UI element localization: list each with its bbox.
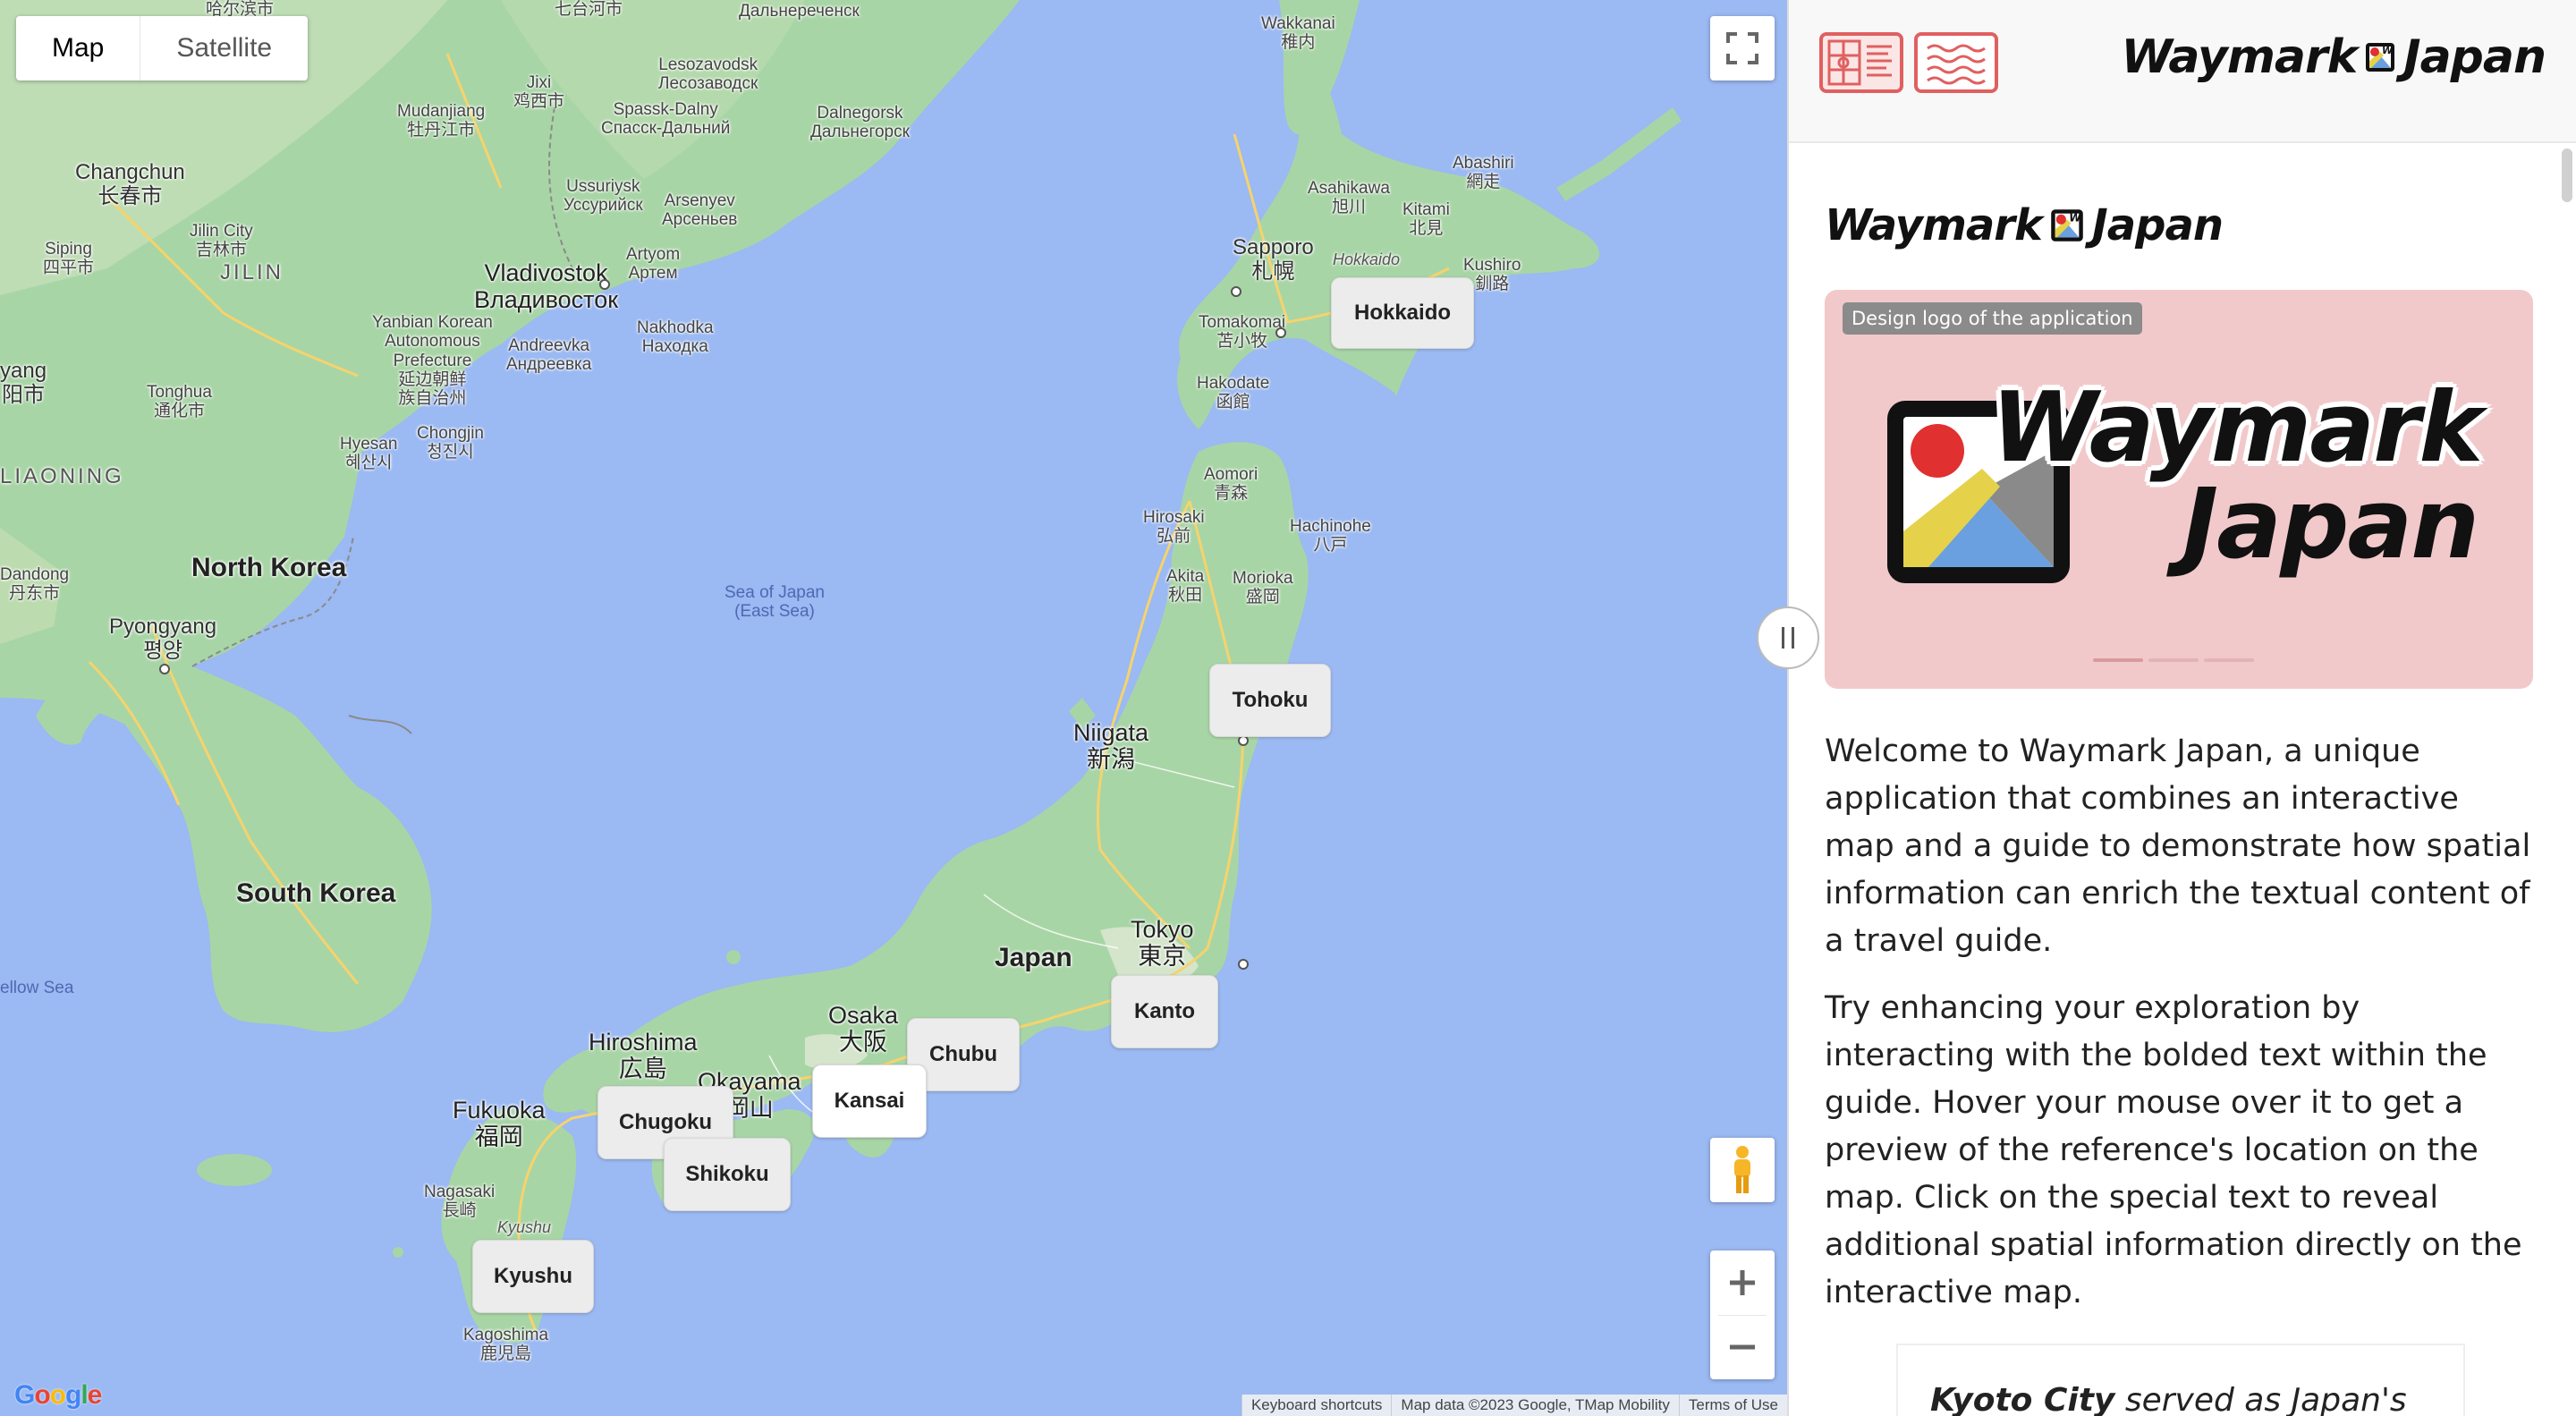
zoom-out-button[interactable] (1710, 1316, 1775, 1380)
plus-icon (1730, 1269, 1755, 1295)
interactive-map[interactable]: 七台河市 哈尔滨市 Дальнереченск Changchun 长春市 Jil… (0, 0, 1787, 1416)
kyoto-city-reference[interactable]: Kyoto City (1930, 1382, 2114, 1416)
fullscreen-icon (1726, 32, 1758, 64)
map-attribution: Keyboard shortcuts Map data ©2023 Google… (1241, 1395, 1787, 1416)
map-type-map-button[interactable]: Map (16, 16, 141, 81)
brand-word-japan: Japan (2403, 30, 2546, 84)
region-marker-kanto[interactable]: Kanto (1111, 975, 1218, 1048)
excerpt-text: served as Japan's (2114, 1382, 2407, 1416)
title-word-waymark: Waymark (1825, 200, 2043, 250)
map-data-credit: Map data ©2023 Google, TMap Mobility (1391, 1395, 1678, 1416)
figure-caption: Design logo of the application (1843, 302, 2142, 335)
carousel-dot[interactable] (2204, 658, 2254, 662)
svg-text:W: W (2069, 212, 2081, 225)
title-word-japan: Japan (2091, 200, 2224, 250)
region-marker-kyushu[interactable]: Kyushu (472, 1240, 594, 1313)
region-marker-kansai[interactable]: Kansai (812, 1064, 927, 1138)
text-lines-icon (1927, 44, 1986, 85)
waymark-logo-icon: W (2051, 209, 2083, 242)
google-logo: Google (14, 1380, 102, 1410)
header-brand: Waymark W Japan (2122, 30, 2546, 84)
carousel-dot[interactable] (2093, 658, 2143, 662)
guide-title: Waymark W Japan (1825, 200, 2533, 250)
terms-of-use-link[interactable]: Terms of Use (1678, 1395, 1787, 1416)
zoom-control (1710, 1251, 1775, 1379)
waymark-logo-icon: W (2366, 43, 2395, 72)
map-city-markers (159, 279, 1286, 970)
figure-word-waymark: Waymark (1991, 372, 2483, 484)
map-type-control: Map Satellite (16, 16, 309, 81)
minus-icon (1730, 1344, 1755, 1350)
region-marker-shikoku[interactable]: Shikoku (664, 1138, 791, 1211)
svg-text:W: W (2382, 45, 2394, 56)
map-guide-mode-button[interactable] (1819, 32, 1903, 93)
carousel-dot[interactable] (2148, 658, 2199, 662)
figure-word-japan: Japan (2182, 469, 2479, 581)
map-with-text-icon (1827, 39, 1892, 86)
guide-only-mode-button[interactable] (1914, 32, 1998, 93)
grip-line (1792, 627, 1794, 649)
intro-paragraph: Welcome to Waymark Japan, a unique appli… (1825, 733, 2531, 959)
pane-resize-handle[interactable] (1757, 606, 1819, 669)
pegman-icon (1734, 1146, 1750, 1193)
keyboard-shortcuts-link[interactable]: Keyboard shortcuts (1241, 1395, 1391, 1416)
carousel-indicators (2093, 658, 2254, 662)
grip-line (1782, 627, 1784, 649)
fullscreen-button[interactable] (1710, 16, 1775, 81)
guide-excerpt: Kyoto City served as Japan's (1896, 1344, 2465, 1416)
region-marker-tohoku[interactable]: Tohoku (1209, 664, 1331, 737)
zoom-in-button[interactable] (1710, 1251, 1775, 1315)
region-marker-hokkaido[interactable]: Hokkaido (1331, 277, 1474, 349)
instructions-paragraph: Try enhancing your exploration by intera… (1825, 990, 2522, 1310)
guide-panel: Waymark W Japan Waymark W Japan Design l… (1789, 0, 2576, 1416)
brand-word-waymark: Waymark (2121, 30, 2359, 84)
logo-figure: Design logo of the application Waymark J… (1825, 290, 2533, 689)
panel-header: Waymark W Japan (1789, 0, 2576, 143)
street-view-pegman[interactable] (1710, 1138, 1775, 1202)
guide-content: Waymark W Japan Design logo of the appli… (1789, 143, 2576, 1416)
map-type-satellite-button[interactable]: Satellite (140, 16, 308, 81)
